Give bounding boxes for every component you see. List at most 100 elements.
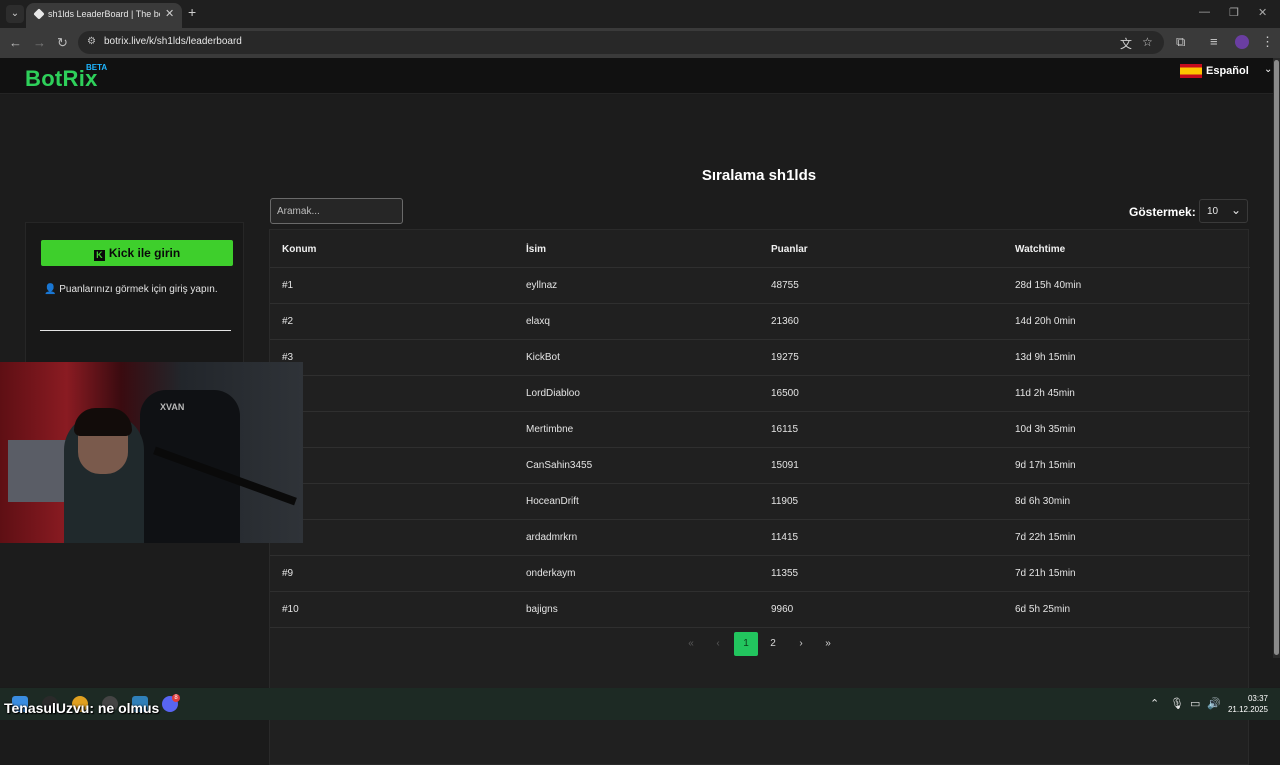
page-button-1[interactable]: 1 bbox=[734, 632, 758, 656]
chat-overlay-caption: TenasulUzvu: ne olmus bbox=[4, 700, 160, 716]
points-cell: 11355 bbox=[771, 568, 799, 579]
spain-flag-icon bbox=[1180, 64, 1202, 78]
translate-icon[interactable]: 文 bbox=[1120, 35, 1132, 52]
show-count-select[interactable]: 10 ⌄ bbox=[1199, 199, 1248, 223]
table-row: HoceanDrift 11905 8d 6h 30min bbox=[270, 484, 1250, 520]
bookmark-star-icon[interactable]: ☆ bbox=[1142, 35, 1153, 49]
first-page-button[interactable]: « bbox=[679, 632, 703, 656]
taskbar-clock[interactable]: 03:37 21.12.2025 bbox=[1226, 693, 1268, 715]
table-row: #3 KickBot 19275 13d 9h 15min bbox=[270, 340, 1250, 376]
table-row: #2 elaxq 21360 14d 20h 0min bbox=[270, 304, 1250, 340]
points-cell: 11415 bbox=[771, 532, 799, 543]
extensions-icon[interactable]: ⧉ bbox=[1176, 34, 1185, 50]
browser-tab-bar: ⌄ sh1lds LeaderBoard | The best C ✕ + — … bbox=[0, 0, 1280, 28]
prev-page-button[interactable]: ‹ bbox=[706, 632, 730, 656]
watchtime-cell: 13d 9h 15min bbox=[1015, 352, 1076, 363]
table-row: CanSahin3455 15091 9d 17h 15min bbox=[270, 448, 1250, 484]
tab-close-icon[interactable]: ✕ bbox=[165, 7, 174, 20]
new-tab-button[interactable]: + bbox=[188, 4, 196, 20]
microphone-icon[interactable]: 🎙 bbox=[1170, 697, 1184, 710]
taskbar: 8 ⌃ 🎙 ▭ 🔊 03:37 21.12.2025 bbox=[0, 688, 1280, 720]
points-cell: 19275 bbox=[771, 352, 799, 363]
forward-icon[interactable]: → bbox=[33, 35, 46, 50]
points-cell: 15091 bbox=[771, 460, 799, 471]
favicon-icon bbox=[33, 8, 45, 20]
table-row: Mertimbne 16115 10d 3h 35min bbox=[270, 412, 1250, 448]
watchtime-cell: 14d 20h 0min bbox=[1015, 316, 1076, 327]
rank-cell: #2 bbox=[282, 316, 294, 327]
webcam-overlay: XVAN bbox=[0, 362, 303, 543]
back-icon[interactable]: ← bbox=[9, 35, 22, 50]
watchtime-cell: 7d 21h 15min bbox=[1015, 568, 1076, 579]
name-cell: KickBot bbox=[526, 352, 560, 363]
chevron-down-icon: ⌄ bbox=[1264, 64, 1273, 75]
points-cell: 9960 bbox=[771, 604, 794, 615]
watchtime-cell: 7d 22h 15min bbox=[1015, 532, 1076, 543]
kick-logo-icon: K bbox=[93, 249, 105, 261]
divider bbox=[40, 330, 231, 331]
page-title: Sıralama sh1lds bbox=[701, 167, 817, 184]
streamer-hair bbox=[74, 408, 132, 436]
name-cell: LordDiabloo bbox=[526, 388, 580, 399]
points-cell: 16115 bbox=[771, 424, 799, 435]
kick-login-label: Kick ile girin bbox=[108, 245, 181, 260]
column-header-rank[interactable]: Konum bbox=[282, 244, 316, 255]
reload-icon[interactable]: ↻ bbox=[57, 35, 68, 51]
notification-badge: 8 bbox=[172, 694, 180, 702]
chair-logo: XVAN bbox=[160, 402, 185, 412]
column-header-name[interactable]: İsim bbox=[526, 244, 546, 255]
table-row: #9 onderkaym 11355 7d 21h 15min bbox=[270, 556, 1250, 592]
table-row: LordDiabloo 16500 11d 2h 45min bbox=[270, 376, 1250, 412]
tray-chevron-icon[interactable]: ⌃ bbox=[1150, 697, 1159, 710]
language-label: Español bbox=[1206, 65, 1249, 77]
rank-cell: #10 bbox=[282, 604, 299, 615]
login-note: 👤 Puanlarınızı görmek için giriş yapın. bbox=[44, 284, 218, 295]
webcam-background bbox=[8, 440, 68, 502]
rank-cell: #1 bbox=[282, 280, 294, 291]
media-icon[interactable]: ≡ bbox=[1210, 34, 1218, 49]
beta-badge: BETA bbox=[86, 63, 108, 72]
table-row: #10 bajigns 9960 6d 5h 25min bbox=[270, 592, 1250, 628]
browser-tab[interactable]: sh1lds LeaderBoard | The best C ✕ bbox=[26, 3, 182, 28]
browser-toolbar: ← → ↻ ⚙ botrix.live/k/sh1lds/leaderboard… bbox=[0, 28, 1280, 58]
clock-date: 21.12.2025 bbox=[1227, 705, 1268, 714]
name-cell: CanSahin3455 bbox=[526, 460, 593, 471]
restore-icon[interactable]: ❐ bbox=[1229, 6, 1239, 19]
points-cell: 48755 bbox=[771, 280, 799, 291]
site-info-icon[interactable]: ⚙ bbox=[87, 36, 96, 47]
watchtime-cell: 10d 3h 35min bbox=[1015, 424, 1076, 435]
watchtime-cell: 6d 5h 25min bbox=[1015, 604, 1071, 615]
search-input[interactable] bbox=[270, 198, 403, 224]
scrollbar-thumb[interactable] bbox=[1274, 60, 1279, 655]
chevron-down-icon: ⌄ bbox=[1231, 203, 1242, 217]
minimize-icon[interactable]: — bbox=[1199, 6, 1210, 18]
watchtime-cell: 28d 15h 40min bbox=[1015, 280, 1082, 291]
clock-time: 03:37 bbox=[1247, 694, 1268, 703]
last-page-button[interactable]: » bbox=[816, 632, 840, 656]
name-cell: elaxq bbox=[526, 316, 550, 327]
url-text[interactable]: botrix.live/k/sh1lds/leaderboard bbox=[104, 36, 242, 47]
volume-icon[interactable]: 🔊 bbox=[1207, 697, 1221, 710]
name-cell: eyllnaz bbox=[526, 280, 558, 291]
show-count-label: Göstermek: bbox=[1129, 205, 1196, 219]
name-cell: ardadmrkrn bbox=[526, 532, 578, 543]
name-cell: HoceanDrift bbox=[526, 496, 579, 507]
page-button-2[interactable]: 2 bbox=[761, 632, 785, 656]
tab-search-button[interactable]: ⌄ bbox=[6, 5, 24, 23]
profile-avatar[interactable] bbox=[1235, 35, 1249, 49]
watchtime-cell: 8d 6h 30min bbox=[1015, 496, 1071, 507]
login-note-text: Puanlarınızı görmek için giriş yapın. bbox=[59, 284, 218, 295]
next-page-button[interactable]: › bbox=[789, 632, 813, 656]
browser-menu-icon[interactable]: ⋮ bbox=[1261, 34, 1274, 50]
column-header-watchtime[interactable]: Watchtime bbox=[1015, 244, 1065, 255]
address-bar[interactable]: ⚙ botrix.live/k/sh1lds/leaderboard 文 ☆ bbox=[78, 31, 1164, 54]
close-window-icon[interactable]: ✕ bbox=[1258, 6, 1267, 19]
tab-title: sh1lds LeaderBoard | The best C bbox=[48, 9, 160, 19]
column-header-points[interactable]: Puanlar bbox=[771, 244, 808, 255]
kick-login-button[interactable]: K Kick ile girin bbox=[41, 240, 233, 266]
points-cell: 11905 bbox=[771, 496, 799, 507]
user-icon: 👤 bbox=[44, 284, 57, 295]
leaderboard-table: Konum İsim Puanlar Watchtime #1 eyllnaz … bbox=[269, 229, 1250, 765]
login-card: K Kick ile girin 👤 Puanlarınızı görmek iç… bbox=[25, 222, 244, 372]
network-icon[interactable]: ▭ bbox=[1190, 697, 1200, 710]
